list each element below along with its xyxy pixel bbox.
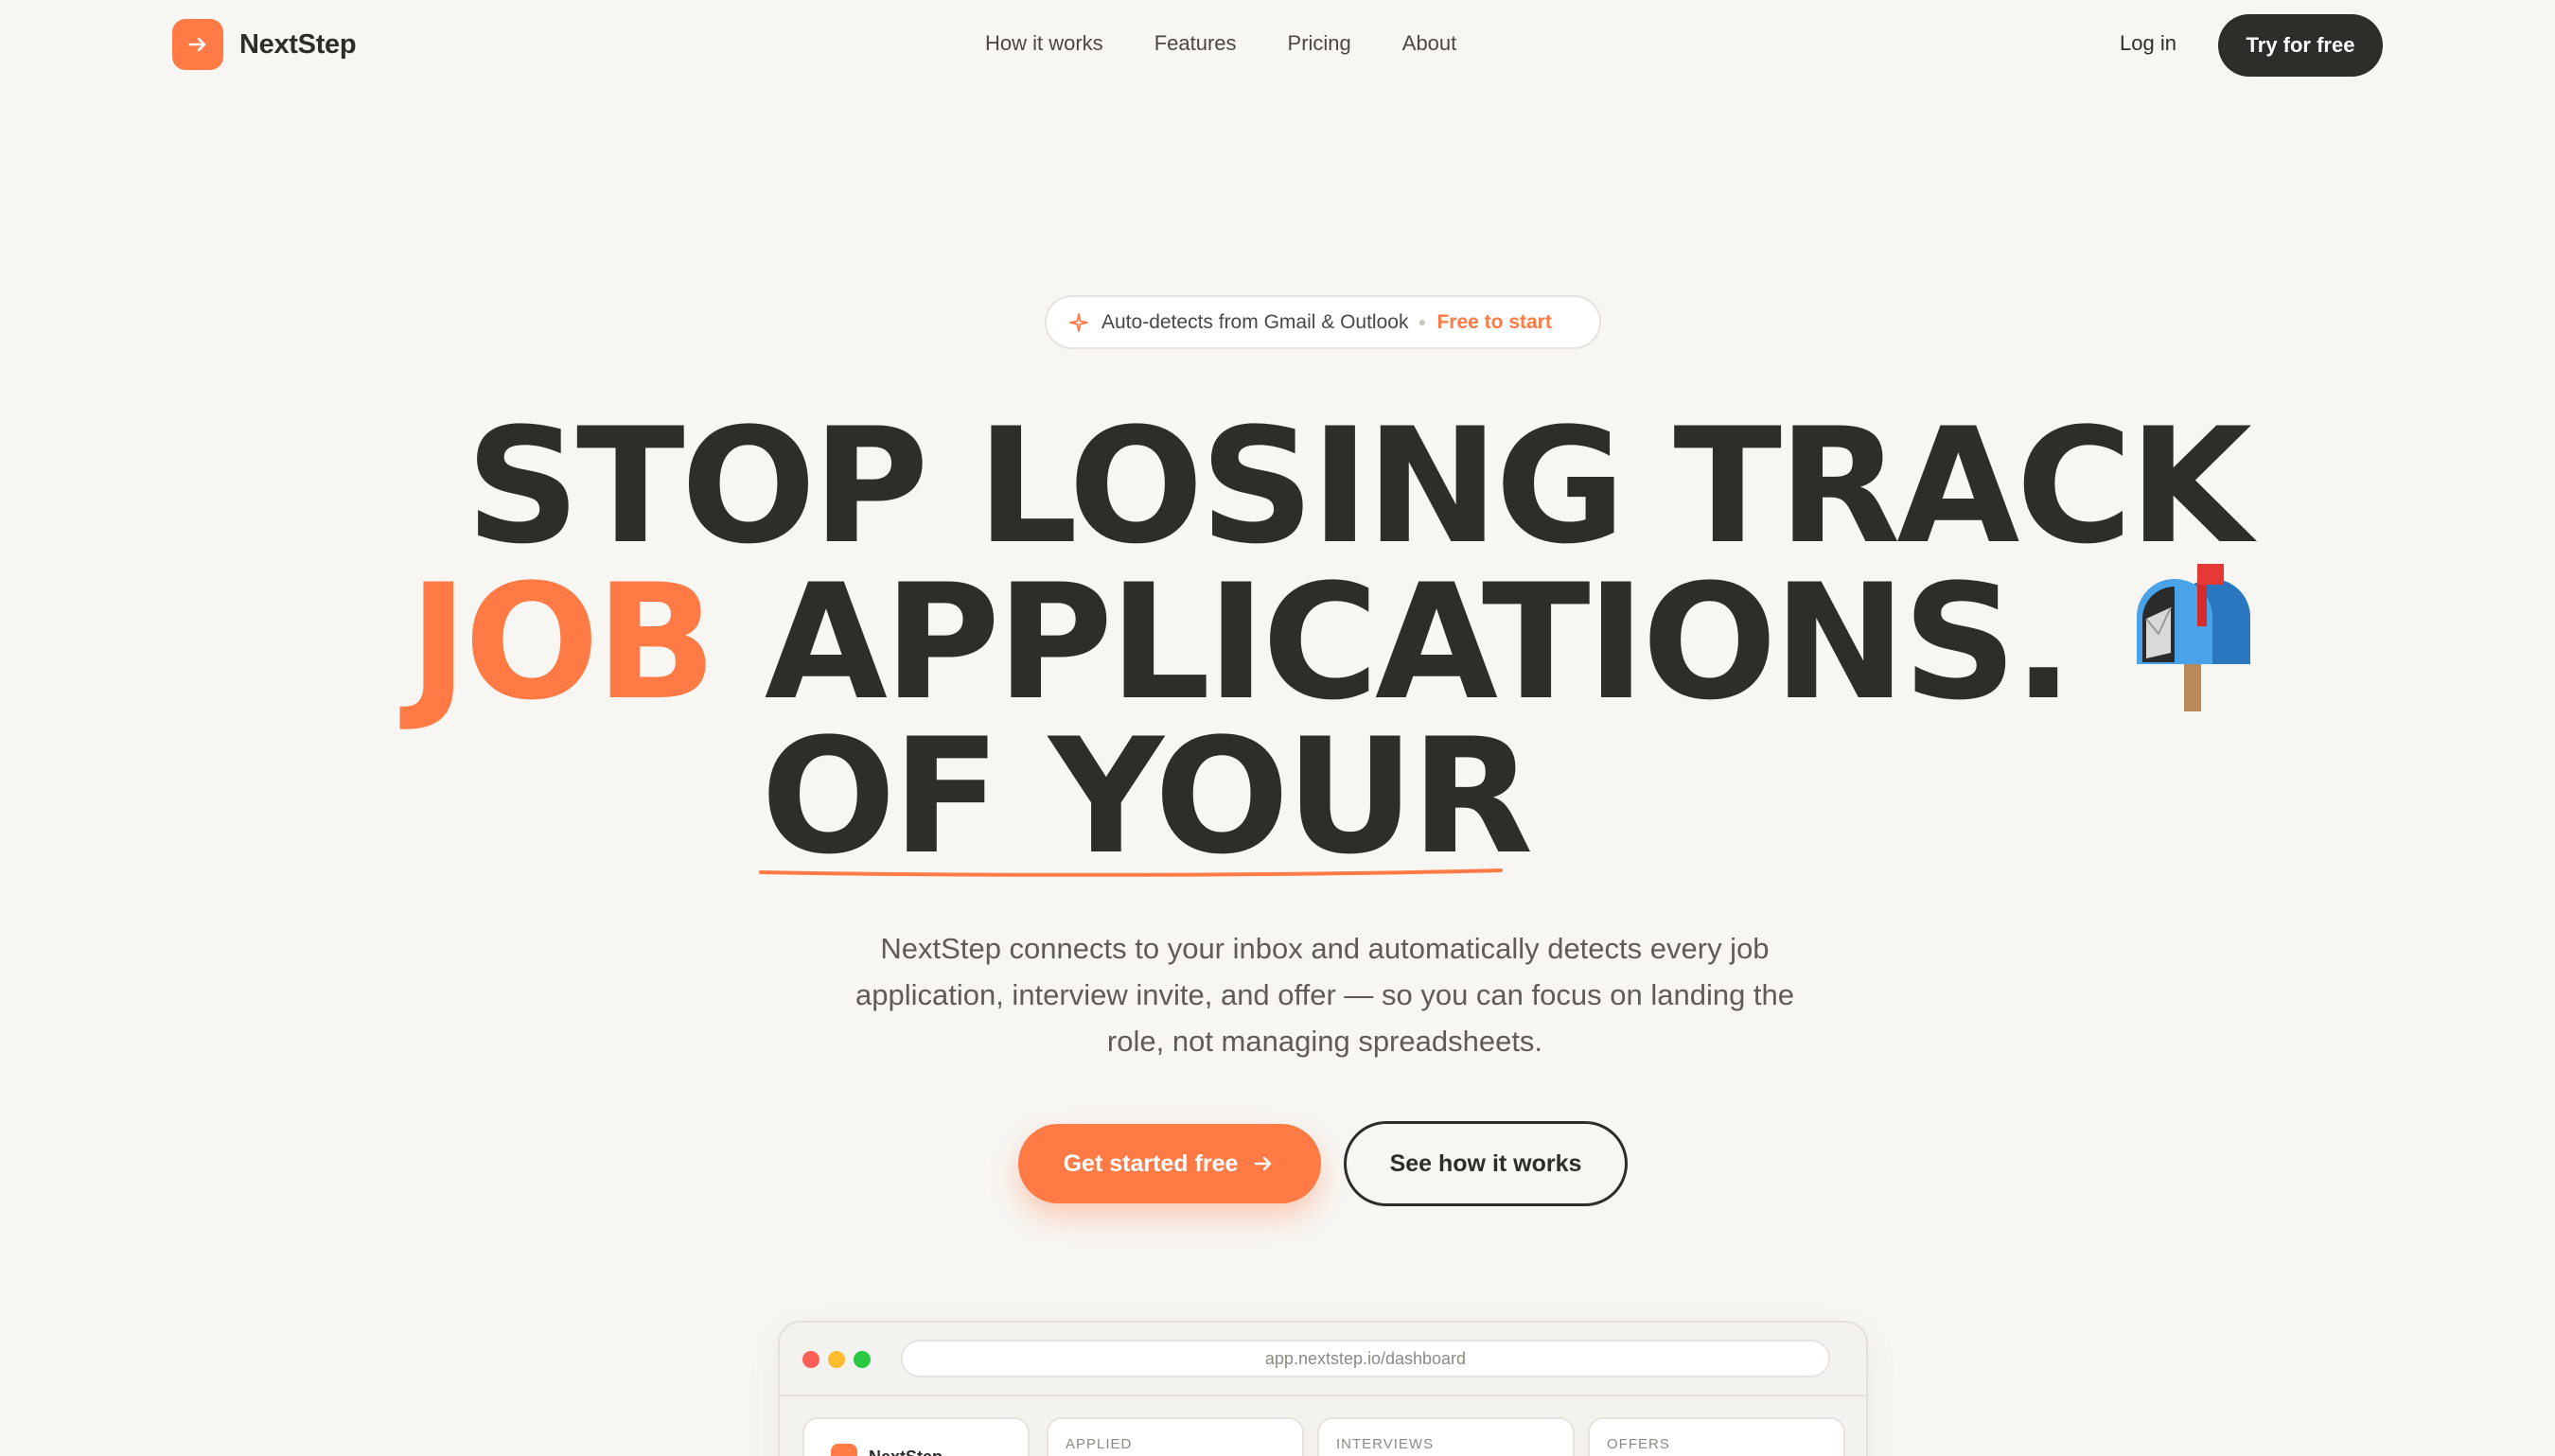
nav-links: How it works Features Pricing About (985, 31, 1456, 56)
headline-line-3: OF YOUR (761, 704, 1533, 889)
column-label-interviews: INTERVIEWS (1336, 1436, 1435, 1452)
get-started-label: Get started free (1063, 1149, 1239, 1177)
preview-column-offers: OFFERS (1588, 1417, 1845, 1456)
hero-subtext: NextStep connects to your inbox and auto… (855, 932, 1795, 1058)
brand-logo[interactable]: NextStep (172, 19, 357, 70)
brand-name: NextStep (239, 28, 357, 60)
arrow-right-icon (1255, 1156, 1272, 1171)
nav-link-pricing[interactable]: Pricing (1288, 31, 1351, 56)
column-label-applied: APPLIED (1066, 1436, 1133, 1452)
preview-column-applied: APPLIED (1047, 1417, 1304, 1456)
preview-column-interviews: INTERVIEWS (1317, 1417, 1575, 1456)
get-started-button[interactable]: Get started free (1018, 1124, 1321, 1203)
badge-text: Auto-detects from Gmail & Outlook (1101, 310, 1409, 333)
try-for-free-button[interactable]: Try for free (2218, 14, 2383, 77)
see-how-it-works-button[interactable]: See how it works (1344, 1121, 1628, 1206)
window-close-dot (802, 1351, 819, 1368)
app-preview-window: app.nextstep.io/dashboard NextStep APPLI… (778, 1321, 1868, 1456)
preview-divider (780, 1395, 1866, 1396)
headline-underline (759, 868, 1503, 877)
login-link[interactable]: Log in (2120, 31, 2176, 56)
headline-accent-word: JOB (409, 550, 716, 735)
preview-sidebar: NextStep (802, 1417, 1030, 1456)
top-nav: NextStep How it works Features Pricing A… (0, 0, 2555, 91)
preview-sidebar-logo: NextStep (831, 1444, 943, 1456)
feature-badge: Auto-detects from Gmail & Outlook Free t… (1045, 295, 1601, 349)
nav-link-features[interactable]: Features (1154, 31, 1237, 56)
badge-accent-text: Free to start (1436, 310, 1552, 333)
preview-logo-icon (831, 1444, 857, 1456)
sparkle-icon (1069, 312, 1088, 332)
badge-separator (1419, 319, 1426, 325)
window-controls (802, 1351, 879, 1368)
window-maximize-dot (854, 1351, 871, 1368)
column-label-offers: OFFERS (1607, 1436, 1670, 1452)
nav-link-about[interactable]: About (1402, 31, 1457, 56)
logo-arrow-icon (172, 19, 223, 70)
headline-line-1: STOP LOSING TRACK (466, 394, 2252, 579)
window-minimize-dot (828, 1351, 845, 1368)
nav-link-how-it-works[interactable]: How it works (985, 31, 1103, 56)
headline-line-2: JOB APPLICATIONS. (409, 563, 2073, 722)
mailbox-icon (2137, 564, 2250, 711)
preview-brand-name: NextStep (869, 1447, 943, 1456)
address-bar: app.nextstep.io/dashboard (901, 1340, 1830, 1377)
